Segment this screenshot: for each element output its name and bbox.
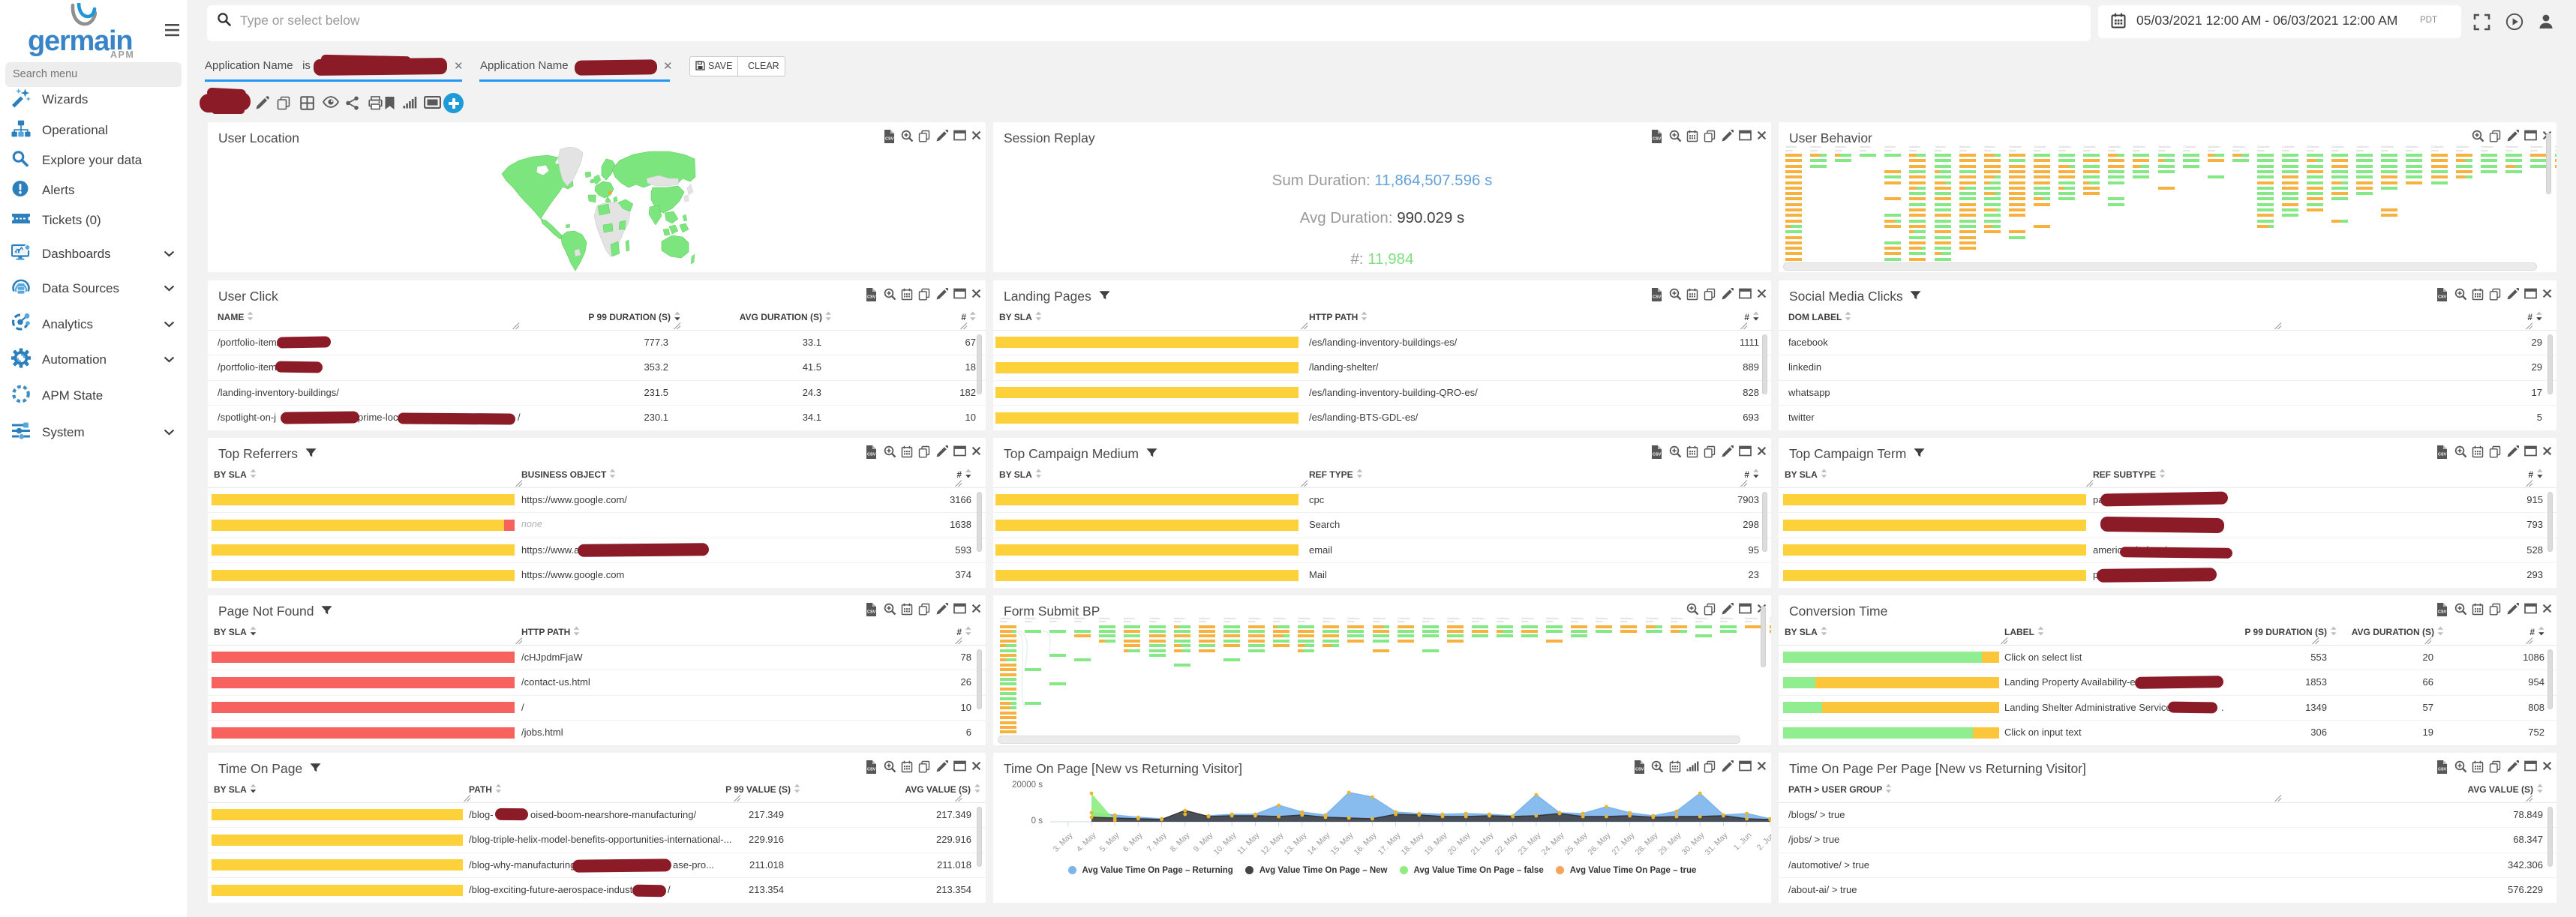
svg-text:CSV: CSV (2438, 452, 2447, 457)
svg-text:CSV: CSV (867, 295, 876, 299)
svg-text:CSV: CSV (1653, 295, 1662, 299)
svg-text:CSV: CSV (867, 452, 876, 457)
svg-text:CSV: CSV (2438, 610, 2447, 614)
svg-text:CSV: CSV (1653, 452, 1662, 457)
svg-text:CSV: CSV (867, 610, 876, 614)
svg-text:CSV: CSV (885, 137, 894, 142)
svg-text:CSV: CSV (867, 767, 876, 772)
svg-text:CSV: CSV (2438, 295, 2447, 299)
svg-text:CSV: CSV (1653, 137, 1662, 142)
svg-text:CSV: CSV (2438, 767, 2447, 772)
